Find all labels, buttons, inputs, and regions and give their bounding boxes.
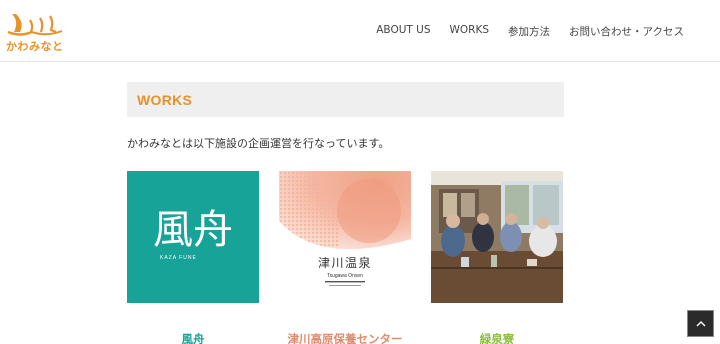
tsugawa-sub-text: Tsugawa Onsen	[327, 273, 363, 279]
nav-how-to-join[interactable]: 参加方法	[508, 24, 550, 39]
work-label-ryokusenryo[interactable]: 緑泉寮	[431, 331, 563, 344]
work-label-tsugawa[interactable]: 津川高原保養センター	[279, 331, 411, 344]
tsugawa-logo-text: 津川温泉	[318, 256, 372, 270]
work-card-ryokusenryo[interactable]: 緑泉寮	[431, 171, 563, 344]
site-logo[interactable]: かわみなと	[6, 10, 64, 54]
nav-contact-access[interactable]: お問い合わせ・アクセス	[569, 24, 684, 39]
works-list: 風舟 KAZA FUNE 風舟 津川温泉 Tsugawa Onsen 津川高原保…	[127, 171, 564, 344]
main-nav: ABOUT US WORKS 参加方法 お問い合わせ・アクセス	[376, 24, 684, 39]
main-content: WORKS かわみなとは以下施設の企画運営を行なっています。	[127, 82, 564, 151]
work-card-kazafune[interactable]: 風舟 KAZA FUNE 風舟	[127, 171, 259, 344]
ryokusenryo-photo[interactable]	[431, 171, 563, 303]
nav-works[interactable]: WORKS	[450, 24, 490, 39]
section-title: WORKS	[137, 91, 193, 108]
section-header: WORKS	[127, 82, 564, 117]
logo-mark-icon	[7, 14, 63, 36]
back-to-top-button[interactable]	[687, 310, 714, 337]
kazafune-sub-text: KAZA FUNE	[160, 255, 197, 261]
tsugawa-onsen-logo-image[interactable]: 津川温泉 Tsugawa Onsen	[279, 171, 411, 303]
nav-about-us[interactable]: ABOUT US	[376, 24, 430, 39]
chevron-up-icon	[696, 320, 705, 326]
intro-text: かわみなとは以下施設の企画運営を行なっています。	[127, 137, 390, 150]
site-header: かわみなと ABOUT US WORKS 参加方法 お問い合わせ・アクセス	[0, 0, 720, 62]
kazafune-logo-image[interactable]: 風舟 KAZA FUNE	[127, 171, 259, 303]
work-label-kazafune[interactable]: 風舟	[127, 331, 259, 344]
logo-text: かわみなと	[6, 40, 64, 53]
kazafune-logo-text: 風舟	[153, 207, 233, 253]
work-card-tsugawa[interactable]: 津川温泉 Tsugawa Onsen 津川高原保養センター	[279, 171, 411, 344]
